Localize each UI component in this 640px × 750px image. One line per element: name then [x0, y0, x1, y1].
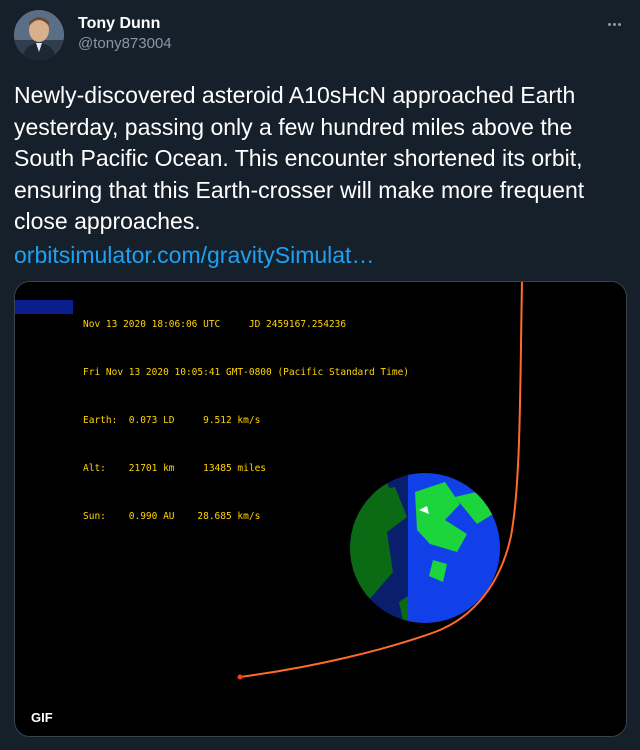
tweet-text: Newly-discovered asteroid A10sHcN approa… [14, 82, 591, 234]
display-name[interactable]: Tony Dunn [78, 14, 172, 34]
tweet-link[interactable]: orbitsimulator.com/gravitySimulat… [14, 240, 374, 272]
readout-earth: Earth: 0.073 LD 9.512 km/s [83, 415, 261, 426]
readout-local-time: Fri Nov 13 2020 10:05:41 GMT-0800 (Pacif… [83, 367, 410, 378]
readout-sun: Sun: 0.990 AU 28.685 km/s [83, 511, 261, 522]
user-handle[interactable]: @tony873004 [78, 34, 172, 54]
gif-badge: GIF [27, 708, 57, 727]
asteroid-marker [237, 674, 243, 680]
tweet-media-gif[interactable]: Nov 13 2020 18:06:06 UTC JD 2459167.2542… [14, 281, 627, 737]
more-horizontal-icon[interactable] [602, 12, 626, 36]
simulation-readout: Nov 13 2020 18:06:06 UTC JD 2459167.2542… [83, 285, 409, 557]
readout-altitude: Alt: 21701 km 13485 miles [83, 463, 267, 474]
readout-utc-time: Nov 13 2020 18:06:06 UTC JD 2459167.2542… [83, 319, 347, 330]
tweet-header: Tony Dunn @tony873004 [14, 10, 626, 62]
avatar[interactable] [14, 10, 64, 60]
sim-toolbar-bar [15, 300, 73, 314]
